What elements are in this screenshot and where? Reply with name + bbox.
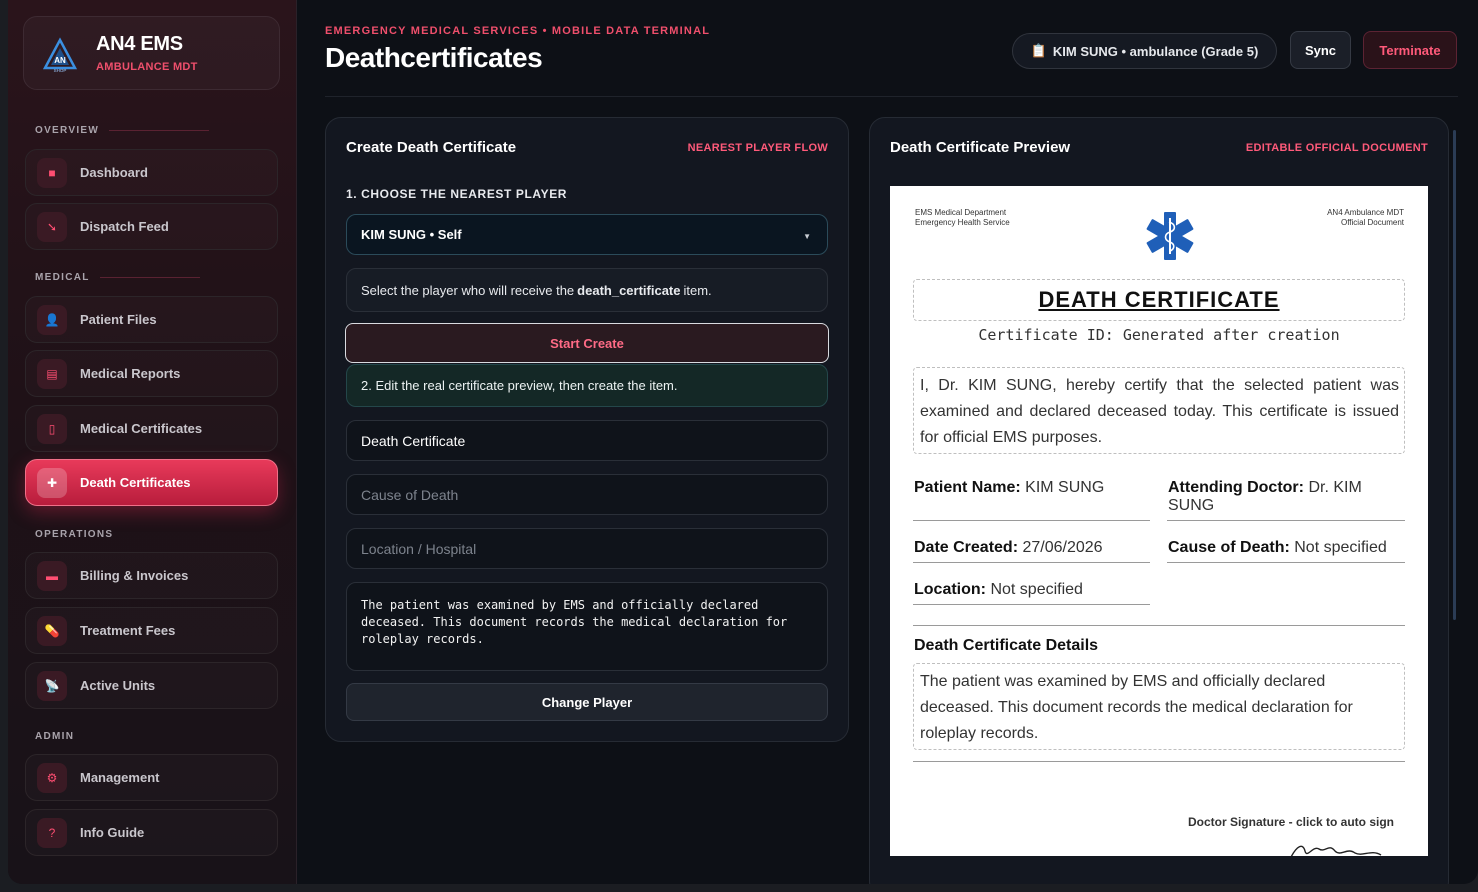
- attending-doctor-field: Attending Doctor: Dr. KIM SUNG: [1168, 479, 1362, 514]
- start-create-button[interactable]: Start Create: [345, 323, 829, 363]
- terminate-button[interactable]: Terminate: [1363, 31, 1457, 69]
- location-input[interactable]: Location / Hospital: [346, 528, 828, 569]
- sidebar-item-label: Medical Certificates: [80, 421, 203, 436]
- sidebar-item-dashboard[interactable]: ■ Dashboard: [25, 149, 278, 196]
- sidebar-item-label: Dispatch Feed: [80, 219, 169, 234]
- player-select-value: KIM SUNG • Self: [361, 227, 462, 242]
- divider: [913, 562, 1150, 563]
- chevron-down-icon: ▼: [803, 232, 811, 241]
- sidebar-item-patient-files[interactable]: 👤 Patient Files: [25, 296, 278, 343]
- sidebar-item-label: Death Certificates: [80, 475, 191, 490]
- location-field: Location: Not specified: [914, 581, 1083, 598]
- info-text-prefix: Select the player who will receive the: [361, 282, 575, 298]
- divider: [1167, 562, 1405, 563]
- header-divider: [325, 96, 1458, 97]
- info-item-name: death_certificate: [577, 282, 681, 298]
- pill-icon: 💊: [37, 615, 67, 646]
- details-title: Death Certificate Details: [914, 637, 1099, 654]
- divider: [1167, 520, 1405, 521]
- sidebar-item-label: Patient Files: [80, 312, 157, 327]
- sidebar-item-treatment-fees[interactable]: 💊 Treatment Fees: [25, 607, 278, 654]
- sidebar-item-label: Medical Reports: [80, 366, 181, 381]
- doc-header-right: AN4 Ambulance MDT Official Document: [1327, 208, 1404, 227]
- create-panel-title: Create Death Certificate: [346, 139, 517, 156]
- svg-text:SHOP: SHOP: [54, 68, 67, 73]
- report-icon: ▤: [37, 358, 67, 389]
- doc-header-left: EMS Medical Department Emergency Health …: [915, 208, 1010, 227]
- sidebar-item-label: Info Guide: [80, 825, 145, 840]
- satellite-icon: 📡: [37, 670, 67, 701]
- patient-name-field: Patient Name: KIM SUNG: [914, 479, 1105, 496]
- doc-statement[interactable]: I, Dr. KIM SUNG, hereby certify that the…: [913, 367, 1405, 454]
- star-of-life-icon: [1146, 212, 1194, 260]
- create-panel: Create Death Certificate NEAREST PLAYER …: [325, 117, 849, 742]
- clipboard-icon: 📋: [1030, 43, 1047, 58]
- brand-title: AN4 EMS: [96, 33, 183, 55]
- doc-title: DEATH CERTIFICATE: [1038, 287, 1280, 312]
- card-icon: ▬: [37, 560, 67, 591]
- section-operations: OPERATIONS: [35, 529, 114, 540]
- details-textarea[interactable]: The patient was examined by EMS and offi…: [346, 582, 828, 671]
- preview-panel-tag: EDITABLE OFFICIAL DOCUMENT: [1245, 142, 1428, 154]
- gear-icon: ⚙: [37, 762, 67, 793]
- header-eyebrow: EMERGENCY MEDICAL SERVICES • MOBILE DATA…: [325, 25, 711, 37]
- section-overview: OVERVIEW: [35, 125, 210, 136]
- certificate-icon: ▯: [37, 413, 67, 444]
- date-created-field: Date Created: 27/06/2026: [914, 539, 1103, 556]
- step2-hint: 2. Edit the real certificate preview, th…: [346, 364, 828, 407]
- cause-of-death-field: Cause of Death: Not specified: [1168, 539, 1387, 556]
- signature-label[interactable]: Doctor Signature - click to auto sign: [1188, 815, 1394, 829]
- sidebar-item-management[interactable]: ⚙ Management: [25, 754, 278, 801]
- create-panel-tag: NEAREST PLAYER FLOW: [687, 142, 828, 154]
- sidebar-item-medical-certificates[interactable]: ▯ Medical Certificates: [25, 405, 278, 452]
- title-field[interactable]: Death Certificate: [346, 420, 828, 461]
- sidebar-item-medical-reports[interactable]: ▤ Medical Reports: [25, 350, 278, 397]
- sidebar-item-info-guide[interactable]: ? Info Guide: [25, 809, 278, 856]
- user-pill-label: KIM SUNG • ambulance (Grade 5): [1052, 43, 1259, 59]
- step1-label: 1. CHOOSE THE NEAREST PLAYER: [346, 187, 568, 201]
- preview-panel: Death Certificate Preview EDITABLE OFFIC…: [869, 117, 1449, 884]
- sync-button[interactable]: Sync: [1290, 31, 1351, 69]
- brand-subtitle: AMBULANCE MDT: [96, 61, 198, 73]
- mdt-window: AN SHOP AN4 EMS AMBULANCE MDT OVERVIEW ■…: [8, 0, 1478, 884]
- user-pill: 📋 KIM SUNG • ambulance (Grade 5): [1012, 33, 1277, 69]
- certificate-document[interactable]: EMS Medical Department Emergency Health …: [890, 186, 1428, 856]
- divider: [913, 761, 1405, 762]
- divider: [913, 625, 1405, 626]
- player-info-box: Select the player who will receive the d…: [346, 268, 828, 312]
- dashboard-icon: ■: [37, 157, 67, 188]
- sidebar-item-active-units[interactable]: 📡 Active Units: [25, 662, 278, 709]
- sidebar-item-label: Management: [80, 770, 160, 785]
- patient-icon: 👤: [37, 304, 67, 335]
- section-medical: MEDICAL: [35, 272, 200, 283]
- preview-scrollbar[interactable]: [1453, 130, 1456, 620]
- change-player-button[interactable]: Change Player: [346, 683, 828, 721]
- section-admin: ADMIN: [35, 731, 75, 742]
- player-select[interactable]: KIM SUNG • Self ▼: [346, 214, 828, 255]
- page-title: Deathcertificates: [325, 42, 543, 73]
- svg-text:AN: AN: [54, 56, 66, 65]
- divider: [913, 604, 1150, 605]
- sidebar-item-death-certificates[interactable]: ✚ Death Certificates: [25, 459, 278, 506]
- divider: [913, 520, 1150, 521]
- doc-title-box[interactable]: DEATH CERTIFICATE: [913, 279, 1405, 321]
- sidebar-item-label: Billing & Invoices: [80, 568, 189, 583]
- info-text-suffix: item.: [683, 282, 712, 298]
- sidebar-item-label: Active Units: [80, 678, 156, 693]
- sidebar: AN SHOP AN4 EMS AMBULANCE MDT OVERVIEW ■…: [8, 0, 297, 884]
- sidebar-item-label: Treatment Fees: [80, 623, 176, 638]
- sidebar-item-label: Dashboard: [80, 165, 148, 180]
- doc-details-text[interactable]: The patient was examined by EMS and offi…: [913, 663, 1405, 750]
- dispatch-icon: ➘: [37, 211, 67, 242]
- sidebar-item-dispatch-feed[interactable]: ➘ Dispatch Feed: [25, 203, 278, 250]
- sidebar-item-billing[interactable]: ▬ Billing & Invoices: [25, 552, 278, 599]
- question-icon: ?: [37, 817, 67, 848]
- cause-of-death-input[interactable]: Cause of Death: [346, 474, 828, 515]
- signature-scribble[interactable]: [1285, 841, 1385, 856]
- preview-panel-title: Death Certificate Preview: [890, 139, 1071, 156]
- an4-shop-logo: AN SHOP: [42, 37, 78, 73]
- certificate-id: Certificate ID: Generated after creation: [978, 326, 1340, 344]
- brand-card: AN SHOP AN4 EMS AMBULANCE MDT: [23, 16, 280, 90]
- plus-icon: ✚: [37, 467, 67, 498]
